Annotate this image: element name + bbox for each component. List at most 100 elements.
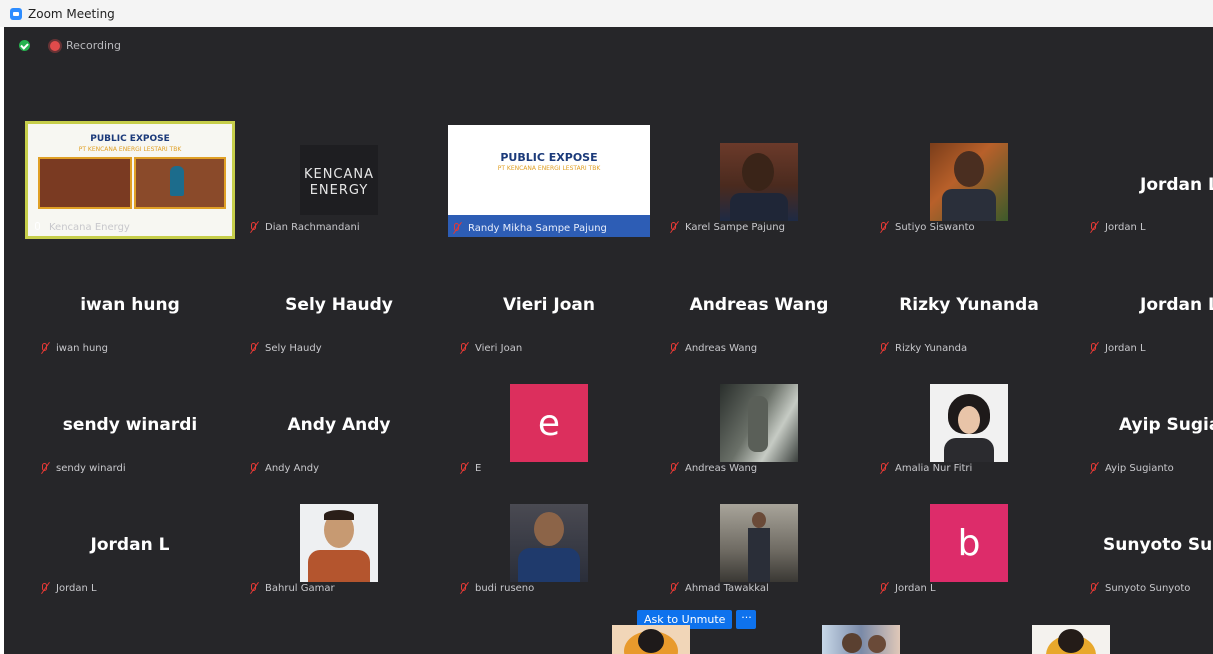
video-tile-sendy-winardi[interactable]: sendy winardi sendy winardi xyxy=(25,362,235,480)
video-tile-karel-sampe-pajung[interactable]: Karel Sampe Pajung xyxy=(654,121,864,239)
muted-mic-icon xyxy=(458,462,470,474)
video-tile-ahmad-tawakkal[interactable]: Ahmad Tawakkal xyxy=(654,482,864,600)
muted-mic-icon xyxy=(451,222,463,234)
video-tile-vieri-joan[interactable]: Vieri Joan Vieri Joan xyxy=(444,242,654,360)
participant-display-name: Andreas Wang xyxy=(689,295,829,315)
participant-label: iwan hung xyxy=(39,342,108,354)
muted-mic-icon xyxy=(1088,462,1100,474)
muted-mic-icon xyxy=(39,462,51,474)
muted-mic-icon xyxy=(878,221,890,233)
video-tile-jordan-l[interactable]: Jordan L Jordan L xyxy=(25,482,235,600)
muted-mic-icon xyxy=(458,582,470,594)
participant-photo-row5-1[interactable] xyxy=(612,625,690,654)
participant-name: Ayip Sugianto xyxy=(1105,462,1174,474)
participant-name: Kencana Energy xyxy=(49,221,130,233)
muted-mic-icon xyxy=(668,221,680,233)
participant-name: Dian Rachmandani xyxy=(265,221,360,233)
participant-name: Sutiyo Siswanto xyxy=(895,221,975,233)
participant-display-name: Andy Andy xyxy=(287,415,391,435)
video-tile-iwan-hung[interactable]: iwan hung iwan hung xyxy=(25,242,235,360)
letter-avatar: b xyxy=(930,504,1008,582)
participant-label: Ayip Sugianto xyxy=(1088,462,1174,474)
participant-label: Andreas Wang xyxy=(668,462,757,474)
participant-photo-row5-2[interactable] xyxy=(822,625,900,654)
participant-photo xyxy=(930,384,1008,462)
muted-mic-icon xyxy=(248,342,260,354)
slide-subtitle: PT KENCANA ENERGI LESTARI TBK xyxy=(78,146,182,153)
video-tile-ayip-sugianto[interactable]: Ayip Sugianto Ayip Sugianto xyxy=(1074,362,1213,480)
slide-title: PUBLIC EXPOSE xyxy=(500,151,598,164)
participant-label: Jordan L xyxy=(878,582,936,594)
video-tile-rizky-yunanda[interactable]: Rizky Yunanda Rizky Yunanda xyxy=(864,242,1074,360)
slide-subtitle: PT KENCANA ENERGI LESTARI TBK xyxy=(497,165,601,172)
meeting-status-bar: Recording xyxy=(19,39,121,52)
participant-display-name: Sunyoto Sunyoto xyxy=(1103,535,1213,555)
video-tile-andreas-wang-photo[interactable]: Andreas Wang xyxy=(654,362,864,480)
letter-avatar: e xyxy=(510,384,588,462)
title-bar: Zoom Meeting xyxy=(0,0,1213,27)
video-tile-jordan-l[interactable]: Jordan L Jordan L xyxy=(1074,242,1213,360)
muted-mic-icon xyxy=(39,342,51,354)
pin-icon xyxy=(32,221,44,233)
video-tile-budi-ruseno[interactable]: budi ruseno xyxy=(444,482,654,600)
muted-mic-icon xyxy=(248,462,260,474)
participant-label: budi ruseno xyxy=(458,582,534,594)
participant-name: sendy winardi xyxy=(56,462,126,474)
video-tile-e[interactable]: e E xyxy=(444,362,654,480)
participant-label: sendy winardi xyxy=(39,462,126,474)
video-tile-sutiyo-siswanto[interactable]: Sutiyo Siswanto xyxy=(864,121,1074,239)
video-tile-sunyoto-sunyoto[interactable]: Sunyoto Sunyoto Sunyoto Sunyoto xyxy=(1074,482,1213,600)
participant-name: Andreas Wang xyxy=(685,462,758,474)
participant-display-name: Jordan L xyxy=(1140,175,1213,195)
participant-name: Jordan L xyxy=(1105,221,1146,233)
participant-display-name: Jordan L xyxy=(90,535,170,555)
participant-label: Andreas Wang xyxy=(668,342,757,354)
participant-display-name: Vieri Joan xyxy=(503,295,595,315)
shared-slide: PUBLIC EXPOSE PT KENCANA ENERGI LESTARI … xyxy=(28,124,232,236)
video-tile-bahrul-gamar[interactable]: Bahrul Gamar xyxy=(234,482,444,600)
muted-mic-icon xyxy=(248,221,260,233)
muted-mic-icon xyxy=(668,462,680,474)
muted-mic-icon xyxy=(1088,582,1100,594)
participant-label: Andy Andy xyxy=(248,462,319,474)
participant-label: Jordan L xyxy=(1088,342,1146,354)
participant-photo-row5-3[interactable] xyxy=(1032,625,1110,654)
video-tile-randy-mikha-sampe-pajung[interactable]: PUBLIC EXPOSE PT KENCANA ENERGI LESTARI … xyxy=(444,121,654,239)
recording-label: Recording xyxy=(66,39,122,52)
participant-name: budi ruseno xyxy=(475,582,535,594)
logo-line-1: KENCANA xyxy=(303,167,375,182)
participant-display-name: Rizky Yunanda xyxy=(899,295,1039,315)
participant-name: Sunyoto Sunyoto xyxy=(1105,582,1191,594)
security-shield-icon[interactable] xyxy=(19,40,30,51)
video-tile-kencana-energy[interactable]: PUBLIC EXPOSE PT KENCANA ENERGI LESTARI … xyxy=(25,121,235,239)
muted-mic-icon xyxy=(878,582,890,594)
participant-name: E xyxy=(475,462,482,474)
participant-label: Sely Haudy xyxy=(248,342,322,354)
participant-label: Sutiyo Siswanto xyxy=(878,221,975,233)
participant-label: Kencana Energy xyxy=(32,221,130,233)
more-options-button[interactable]: ··· xyxy=(736,610,757,629)
muted-mic-icon xyxy=(668,582,680,594)
participant-name: Jordan L xyxy=(56,582,97,594)
video-tile-dian-rachmandani[interactable]: KENCANA ENERGY Dian Rachmandani xyxy=(234,121,444,239)
participant-label: Sunyoto Sunyoto xyxy=(1088,582,1190,594)
slide-title: PUBLIC EXPOSE xyxy=(90,134,170,144)
video-tile-amalia-nur-fitri[interactable]: Amalia Nur Fitri xyxy=(864,362,1074,480)
participant-name: Amalia Nur Fitri xyxy=(895,462,973,474)
video-tile-andreas-wang[interactable]: Andreas Wang Andreas Wang xyxy=(654,242,864,360)
video-tile-sely-haudy[interactable]: Sely Haudy Sely Haudy xyxy=(234,242,444,360)
muted-mic-icon xyxy=(458,342,470,354)
video-tile-jordan-l[interactable]: Jordan L Jordan L xyxy=(1074,121,1213,239)
participant-name: Bahrul Gamar xyxy=(265,582,335,594)
participant-name: Jordan L xyxy=(895,582,936,594)
participant-photo xyxy=(510,504,588,582)
participant-display-name: iwan hung xyxy=(80,295,180,315)
participant-label: Jordan L xyxy=(39,582,97,594)
participant-label: E xyxy=(458,462,481,474)
participant-photo xyxy=(720,143,798,221)
participant-name: iwan hung xyxy=(56,342,108,354)
participant-label: Vieri Joan xyxy=(458,342,522,354)
video-tile-andy-andy[interactable]: Andy Andy Andy Andy xyxy=(234,362,444,480)
participant-label: Rizky Yunanda xyxy=(878,342,967,354)
video-tile-jordan-l-b[interactable]: b Jordan L xyxy=(864,482,1074,600)
